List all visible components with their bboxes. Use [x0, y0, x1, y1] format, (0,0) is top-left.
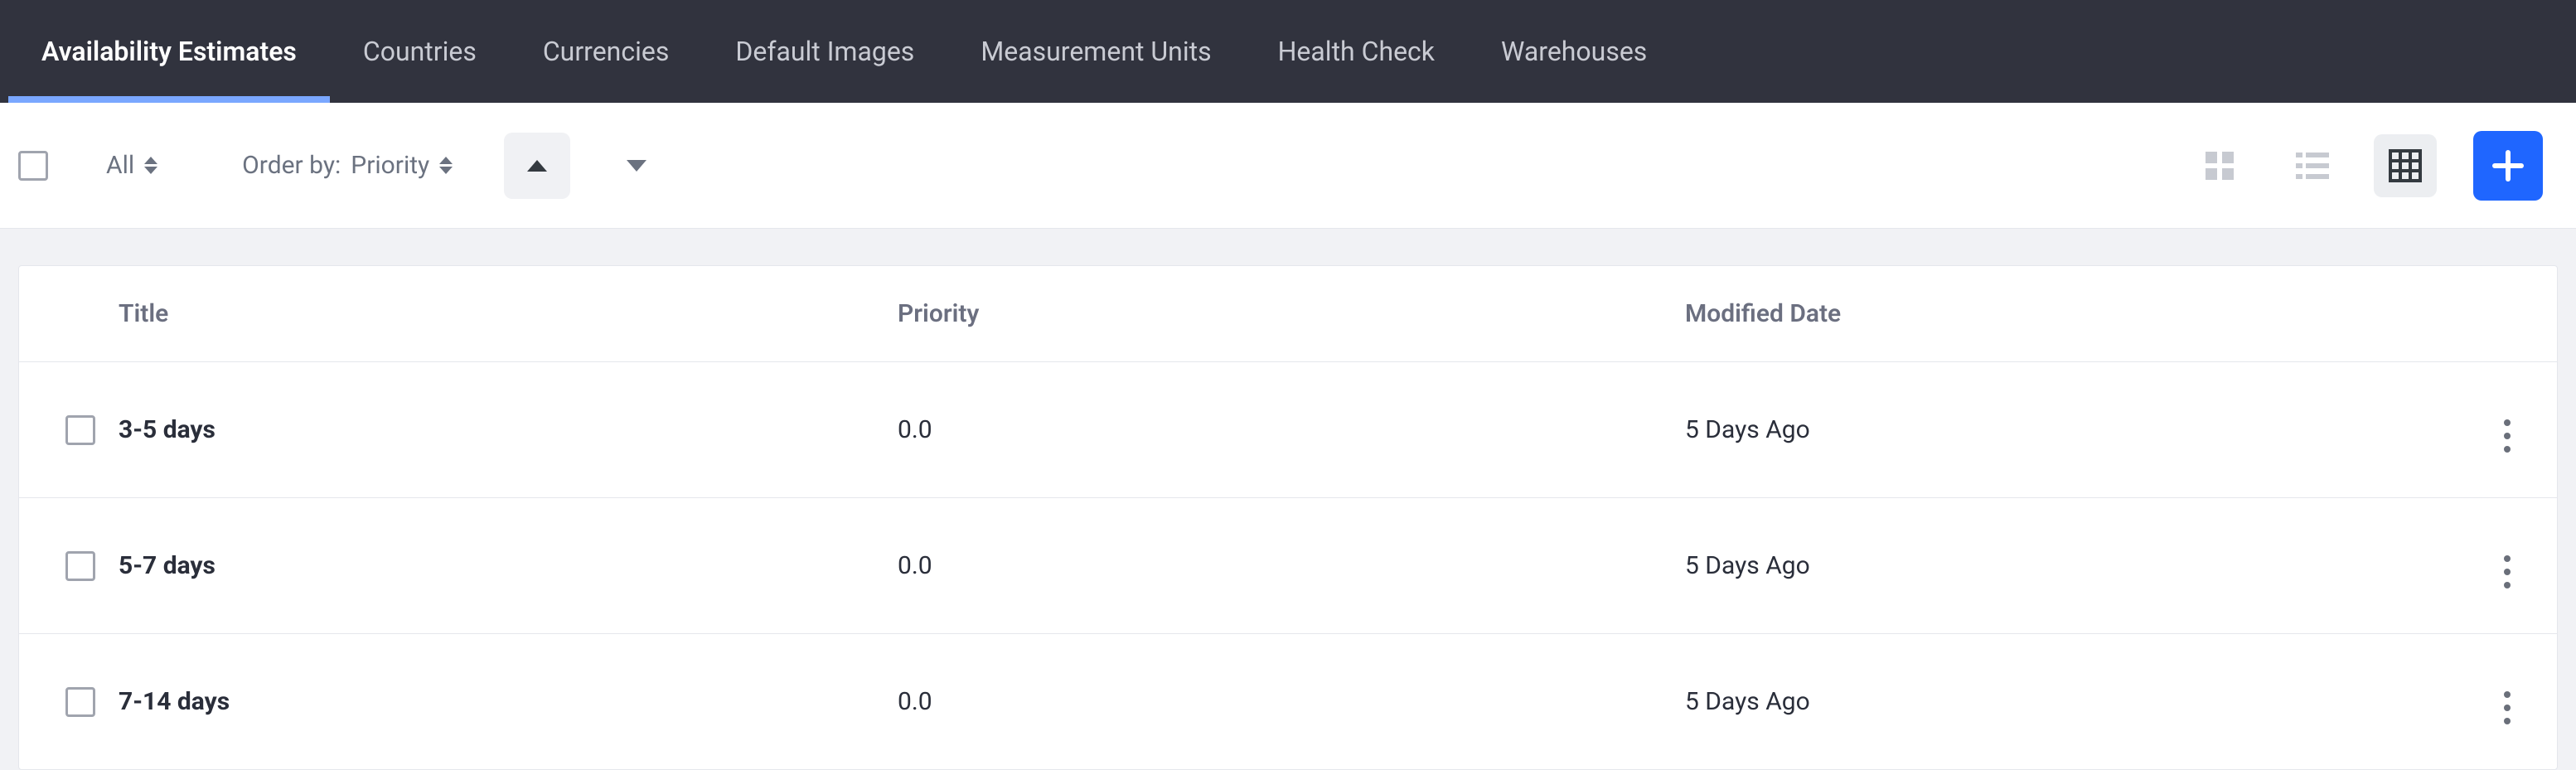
add-button[interactable] — [2473, 131, 2543, 201]
grid-icon — [2203, 149, 2236, 182]
table-row[interactable]: 3-5 days 0.0 5 Days Ago — [19, 362, 2557, 498]
tab-label: Health Check — [1278, 36, 1435, 67]
cell-priority: 0.0 — [898, 634, 1685, 770]
row-actions-menu[interactable] — [2487, 416, 2527, 456]
filter-label: All — [106, 151, 134, 180]
caret-down-icon — [627, 160, 646, 172]
column-header-modified[interactable]: Modified Date — [1685, 266, 2457, 362]
order-by-dropdown[interactable]: Order by: Priority — [224, 141, 471, 190]
tab-label: Measurement Units — [981, 36, 1211, 67]
filter-dropdown[interactable]: All — [88, 141, 176, 190]
tab-default-images[interactable]: Default Images — [702, 0, 947, 103]
cell-modified: 5 Days Ago — [1685, 362, 2457, 498]
tab-label: Warehouses — [1501, 36, 1647, 67]
tab-label: Default Images — [735, 36, 914, 67]
tab-label: Currencies — [543, 36, 670, 67]
row-actions-menu[interactable] — [2487, 552, 2527, 592]
row-select-checkbox[interactable] — [65, 551, 95, 581]
tab-health-check[interactable]: Health Check — [1245, 0, 1468, 103]
cards-view-button[interactable] — [2188, 134, 2251, 197]
data-table-card: Title Priority Modified Date 3-5 days 0.… — [18, 265, 2558, 770]
cell-title: 5-7 days — [119, 498, 898, 634]
content-area: Title Priority Modified Date 3-5 days 0.… — [0, 229, 2576, 770]
cell-priority: 0.0 — [898, 498, 1685, 634]
table-icon — [2388, 148, 2423, 183]
table-header-row: Title Priority Modified Date — [19, 266, 2557, 362]
tab-label: Availability Estimates — [41, 36, 297, 67]
tab-measurement-units[interactable]: Measurement Units — [947, 0, 1244, 103]
order-prefix: Order by: — [242, 151, 341, 180]
navbar: Availability Estimates Countries Currenc… — [0, 0, 2576, 103]
sort-descending-button[interactable] — [603, 133, 670, 199]
tab-warehouses[interactable]: Warehouses — [1468, 0, 1680, 103]
sort-ascending-button[interactable] — [504, 133, 570, 199]
cell-modified: 5 Days Ago — [1685, 634, 2457, 770]
column-header-priority[interactable]: Priority — [898, 266, 1685, 362]
sort-caret-icon — [439, 157, 453, 174]
list-icon — [2294, 149, 2331, 182]
tab-label: Countries — [363, 36, 477, 67]
tab-currencies[interactable]: Currencies — [510, 0, 703, 103]
order-field: Priority — [351, 151, 429, 180]
cell-priority: 0.0 — [898, 362, 1685, 498]
select-all-checkbox[interactable] — [18, 151, 48, 181]
plus-icon — [2490, 148, 2526, 184]
cell-modified: 5 Days Ago — [1685, 498, 2457, 634]
cell-title: 3-5 days — [119, 362, 898, 498]
cell-title: 7-14 days — [119, 634, 898, 770]
management-toolbar: All Order by: Priority — [0, 103, 2576, 229]
row-select-checkbox[interactable] — [65, 415, 95, 445]
row-select-checkbox[interactable] — [65, 687, 95, 717]
sort-caret-icon — [144, 157, 157, 174]
table-row[interactable]: 5-7 days 0.0 5 Days Ago — [19, 498, 2557, 634]
row-actions-menu[interactable] — [2487, 688, 2527, 728]
tab-countries[interactable]: Countries — [330, 0, 510, 103]
list-view-button[interactable] — [2281, 134, 2344, 197]
column-header-title[interactable]: Title — [119, 266, 898, 362]
table-view-button[interactable] — [2374, 134, 2437, 197]
data-table: Title Priority Modified Date 3-5 days 0.… — [19, 266, 2557, 769]
caret-up-icon — [527, 160, 547, 172]
table-row[interactable]: 7-14 days 0.0 5 Days Ago — [19, 634, 2557, 770]
tab-availability-estimates[interactable]: Availability Estimates — [8, 0, 330, 103]
